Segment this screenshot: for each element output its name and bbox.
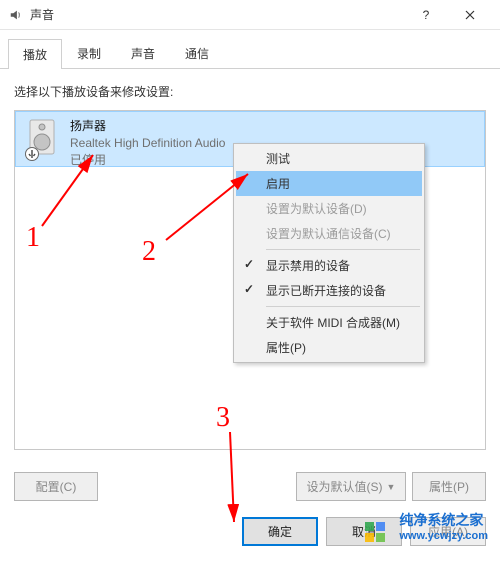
close-button[interactable] (448, 0, 492, 29)
tab-communication[interactable]: 通信 (170, 38, 224, 68)
watermark-url: www.ycwjzy.com (399, 530, 488, 542)
check-icon: ✓ (244, 282, 254, 296)
titlebar: 声音 ? (0, 0, 500, 30)
check-icon: ✓ (244, 257, 254, 271)
cm-properties[interactable]: 属性(P) (236, 335, 422, 360)
chevron-down-icon: ▼ (387, 482, 396, 492)
watermark-logo-icon (365, 522, 385, 542)
device-speaker-icon (24, 118, 64, 160)
tab-sounds[interactable]: 声音 (116, 38, 170, 68)
tab-playback[interactable]: 播放 (8, 39, 62, 69)
speaker-icon (8, 7, 24, 23)
set-default-button[interactable]: 设为默认值(S) ▼ (296, 472, 406, 501)
watermark-text: 纯净系统之家 (399, 510, 488, 530)
cm-set-default-comm[interactable]: 设置为默认通信设备(C) (236, 221, 422, 246)
cm-separator (266, 249, 420, 250)
cm-enable[interactable]: 启用 (236, 171, 422, 196)
cancel-button[interactable]: 取消 (326, 517, 402, 546)
context-menu: 测试 启用 设置为默认设备(D) 设置为默认通信设备(C) ✓显示禁用的设备 ✓… (233, 143, 425, 363)
cm-about-midi[interactable]: 关于软件 MIDI 合成器(M) (236, 310, 422, 335)
device-buttons: 配置(C) 设为默认值(S) ▼ 属性(P) (0, 464, 500, 511)
cm-set-default[interactable]: 设置为默认设备(D) (236, 196, 422, 221)
cm-separator (266, 306, 420, 307)
instruction-text: 选择以下播放设备来修改设置: (14, 83, 486, 100)
properties-button[interactable]: 属性(P) (412, 472, 486, 501)
cm-show-disconnected[interactable]: ✓显示已断开连接的设备 (236, 278, 422, 303)
cm-test[interactable]: 测试 (236, 146, 422, 171)
window-title: 声音 (30, 6, 404, 23)
ok-button[interactable]: 确定 (242, 517, 318, 546)
help-button[interactable]: ? (404, 0, 448, 29)
tab-recording[interactable]: 录制 (62, 38, 116, 68)
cm-show-disabled[interactable]: ✓显示禁用的设备 (236, 253, 422, 278)
tab-strip: 播放 录制 声音 通信 (0, 30, 500, 69)
configure-button[interactable]: 配置(C) (14, 472, 98, 501)
watermark: 纯净系统之家 www.ycwjzy.com (399, 510, 488, 542)
device-name: 扬声器 (70, 118, 476, 135)
